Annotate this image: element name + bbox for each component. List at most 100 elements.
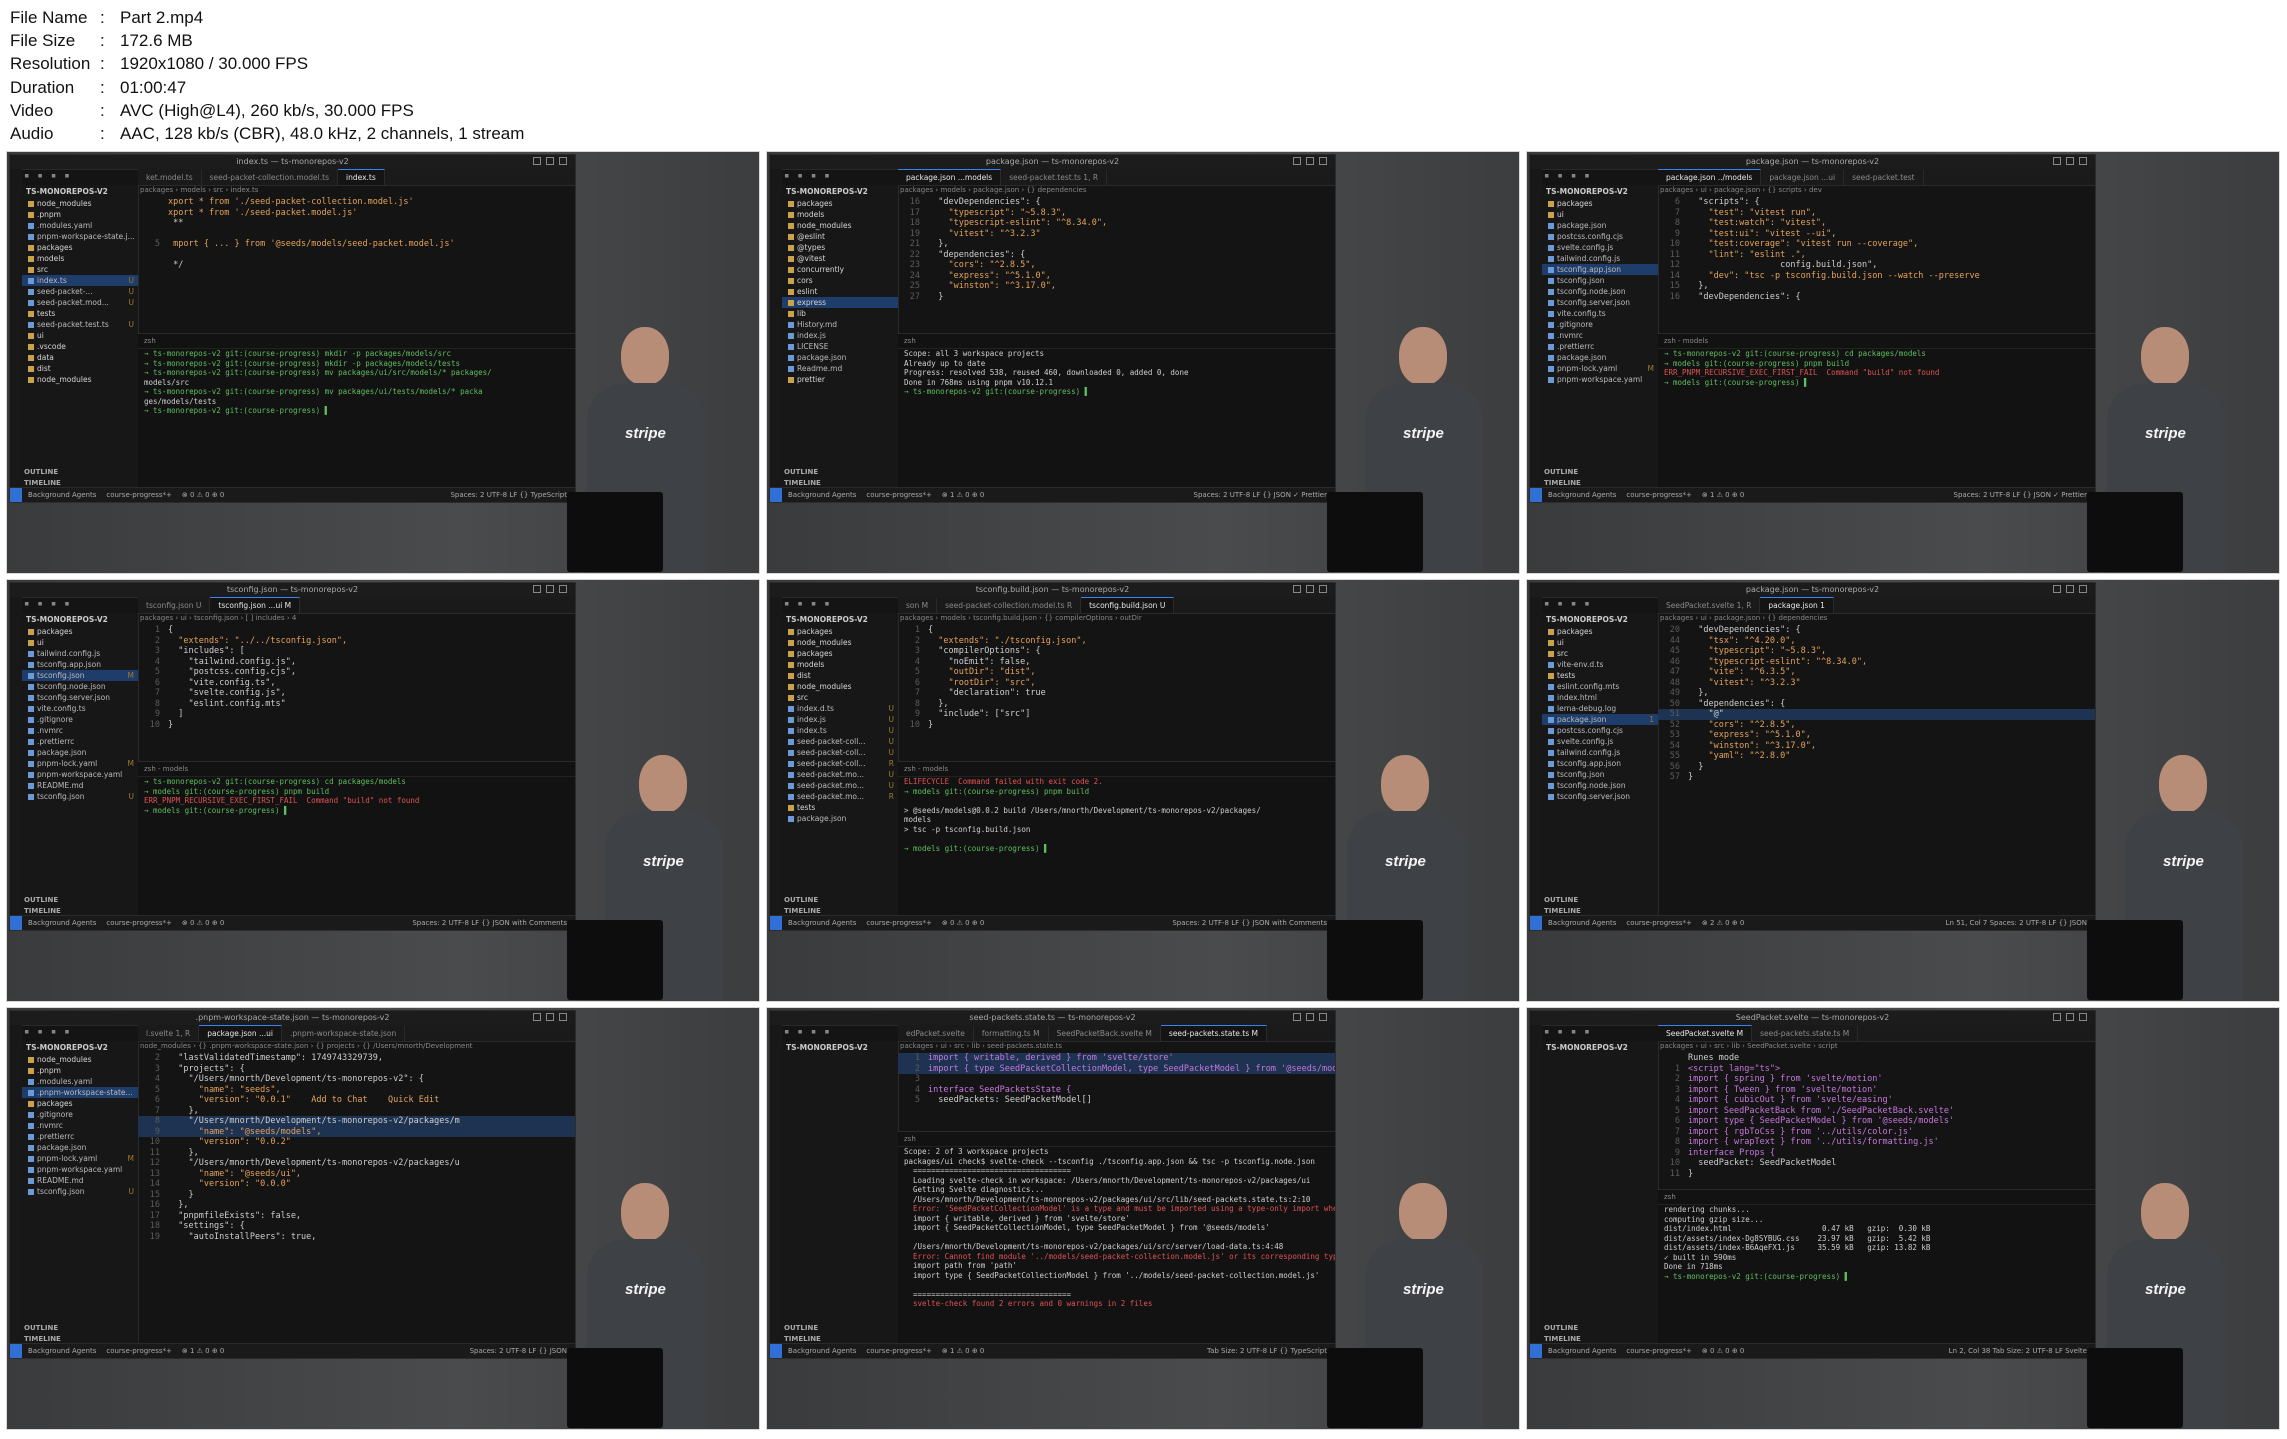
layout-icon[interactable] xyxy=(1293,585,1301,593)
breadcrumb[interactable]: packages › models › package.json › {} de… xyxy=(900,186,1335,197)
explorer-item[interactable]: src xyxy=(22,264,138,275)
problems-count[interactable]: ⊗ 0 ⚠ 0 ⊕ 0 xyxy=(942,919,985,927)
editor-tab[interactable]: .pnpm-workspace-state.json xyxy=(282,1026,406,1041)
explorer-item[interactable]: models xyxy=(782,209,898,220)
outline-section[interactable]: OUTLINE xyxy=(24,468,58,476)
explorer-item[interactable]: package.json xyxy=(22,747,138,758)
editor-tab[interactable]: package.json ...ui xyxy=(1761,170,1845,185)
search-icon[interactable]: ▪ xyxy=(37,1027,42,1037)
source-control-icon[interactable]: ▪ xyxy=(1571,1027,1576,1037)
explorer-item[interactable]: pnpm-workspace-state.j... xyxy=(22,231,138,242)
files-icon[interactable]: ▪ xyxy=(784,599,789,609)
source-control-icon[interactable]: ▪ xyxy=(51,171,56,181)
explorer-item[interactable]: src xyxy=(1542,648,1658,659)
code-editor[interactable]: 1 import { writable, derived } from 'svel… xyxy=(898,1053,1335,1129)
explorer-item[interactable]: postcss.config.cjs xyxy=(1542,725,1658,736)
layout-icon[interactable] xyxy=(1293,157,1301,165)
remote-indicator[interactable] xyxy=(770,916,782,930)
problems-count[interactable]: ⊗ 1 ⚠ 0 ⊕ 0 xyxy=(1702,491,1745,499)
search-icon[interactable]: ▪ xyxy=(1557,171,1562,181)
files-icon[interactable]: ▪ xyxy=(1544,599,1549,609)
code-editor[interactable]: xport * from './seed-packet-collection.m… xyxy=(138,197,575,327)
explorer-item[interactable]: tsconfig.node.json xyxy=(1542,286,1658,297)
video-frame-thumbnail[interactable]: .pnpm-workspace-state.json — ts-monorepo… xyxy=(6,1007,760,1430)
terminal-panel[interactable]: zsh - models ELIFECYCLE Command failed wi… xyxy=(898,761,1335,916)
problems-count[interactable]: ⊗ 0 ⚠ 0 ⊕ 0 xyxy=(182,491,225,499)
editor-tab[interactable]: SeedPacket.svelte 1, R xyxy=(1658,598,1761,613)
video-frame-thumbnail[interactable]: tsconfig.json — ts-monorepos-v2 ▪ ▪ ▪ ▪ TS-MO… xyxy=(6,579,760,1002)
panel-icon[interactable] xyxy=(546,585,554,593)
editor-tab[interactable]: seed-packets.state.ts M xyxy=(1752,1026,1859,1041)
editor-tab[interactable]: seed-packet.test.ts 1, R xyxy=(1001,170,1108,185)
explorer-item[interactable]: seed-packet.test.ts U xyxy=(22,319,138,330)
explorer-item[interactable]: seed-packet.mo... U xyxy=(782,780,898,791)
explorer-item[interactable]: tsconfig.json U xyxy=(22,1186,138,1197)
code-editor[interactable]: 6 "scripts": {7 "test": "vitest run", 8 "… xyxy=(1658,197,2095,327)
explorer-item[interactable]: packages xyxy=(782,648,898,659)
terminal-panel[interactable]: zsh → ts-monorepos-v2 git:(course-progres… xyxy=(138,333,575,488)
split-icon[interactable] xyxy=(1319,585,1327,593)
explorer-item[interactable]: .modules.yaml xyxy=(22,1076,138,1087)
panel-icon[interactable] xyxy=(2066,157,2074,165)
explorer-item[interactable]: src xyxy=(782,692,898,703)
code-editor[interactable]: 1{2 "extends": "../../tsconfig.json", 3 "… xyxy=(138,625,575,755)
layout-icon[interactable] xyxy=(533,1013,541,1021)
search-icon[interactable]: ▪ xyxy=(1557,1027,1562,1037)
explorer-item[interactable]: tsconfig.app.json xyxy=(1542,758,1658,769)
terminal-panel[interactable]: zsh rendering chunks... computing gzip siz… xyxy=(1658,1189,2095,1344)
explorer-item[interactable]: tests xyxy=(1542,670,1658,681)
code-editor[interactable]: 20 "devDependencies": {44 "tsx": "^4.20.… xyxy=(1658,625,2095,913)
explorer-item[interactable]: tailwind.config.js xyxy=(1542,747,1658,758)
outline-section[interactable]: OUTLINE xyxy=(24,896,58,904)
explorer-item[interactable]: tsconfig.server.json xyxy=(1542,791,1658,802)
explorer-item[interactable]: tailwind.config.js xyxy=(1542,253,1658,264)
problems-count[interactable]: ⊗ 1 ⚠ 0 ⊕ 0 xyxy=(182,1347,225,1355)
explorer-item[interactable]: postcss.config.cjs xyxy=(1542,231,1658,242)
timeline-section[interactable]: TIMELINE xyxy=(784,907,821,915)
explorer-item[interactable]: prettier xyxy=(782,374,898,385)
editor-tab[interactable]: seed-packet-collection.model.ts R xyxy=(937,598,1082,613)
explorer-item[interactable]: node_modules xyxy=(782,220,898,231)
source-control-icon[interactable]: ▪ xyxy=(51,1027,56,1037)
background-agents-label[interactable]: Background Agents xyxy=(1548,919,1616,927)
files-icon[interactable]: ▪ xyxy=(784,1027,789,1037)
explorer-item[interactable]: seed-packet.mo... U xyxy=(782,769,898,780)
branch-label[interactable]: course-progress*+ xyxy=(1626,919,1692,927)
explorer-item[interactable]: eslint xyxy=(782,286,898,297)
remote-indicator[interactable] xyxy=(10,488,22,502)
editor-tab[interactable]: seed-packets.state.ts M xyxy=(1160,1025,1267,1041)
outline-section[interactable]: OUTLINE xyxy=(784,896,818,904)
explorer-item[interactable]: .gitignore xyxy=(22,714,138,725)
explorer-item[interactable]: ui xyxy=(22,330,138,341)
explorer-item[interactable]: .modules.yaml xyxy=(22,220,138,231)
explorer-item[interactable]: index.js xyxy=(782,330,898,341)
explorer-item[interactable]: .nvmrc xyxy=(1542,330,1658,341)
explorer-item[interactable]: .nvmrc xyxy=(22,1120,138,1131)
breadcrumb[interactable]: packages › ui › package.json › {} script… xyxy=(1660,186,2095,197)
explorer-item[interactable]: @eslint xyxy=(782,231,898,242)
explorer-item[interactable]: concurrently xyxy=(782,264,898,275)
branch-label[interactable]: course-progress*+ xyxy=(106,919,172,927)
editor-tab[interactable]: seed-packet.test xyxy=(1844,170,1924,185)
breadcrumb[interactable]: packages › models › tsconfig.build.json … xyxy=(900,614,1335,625)
explorer-item[interactable]: packages xyxy=(22,1098,138,1109)
outline-section[interactable]: OUTLINE xyxy=(784,1324,818,1332)
explorer-item[interactable]: tsconfig.app.json xyxy=(22,659,138,670)
explorer-item[interactable]: dist xyxy=(782,670,898,681)
source-control-icon[interactable]: ▪ xyxy=(1571,599,1576,609)
editor-tab[interactable]: l.svelte 1, R xyxy=(138,1026,200,1041)
split-icon[interactable] xyxy=(1319,1013,1327,1021)
panel-icon[interactable] xyxy=(1306,157,1314,165)
explorer-item[interactable]: package.json 1 xyxy=(1542,714,1658,725)
explorer-item[interactable]: svelte.config.js xyxy=(1542,242,1658,253)
explorer-item[interactable]: packages xyxy=(782,626,898,637)
layout-icon[interactable] xyxy=(1293,1013,1301,1021)
explorer-item[interactable]: tsconfig.node.json xyxy=(1542,780,1658,791)
extensions-icon[interactable]: ▪ xyxy=(64,1027,69,1037)
split-icon[interactable] xyxy=(2079,1013,2087,1021)
source-control-icon[interactable]: ▪ xyxy=(811,599,816,609)
problems-count[interactable]: ⊗ 0 ⚠ 0 ⊕ 0 xyxy=(1702,1347,1745,1355)
remote-indicator[interactable] xyxy=(1530,1344,1542,1358)
extensions-icon[interactable]: ▪ xyxy=(64,171,69,181)
split-icon[interactable] xyxy=(559,585,567,593)
